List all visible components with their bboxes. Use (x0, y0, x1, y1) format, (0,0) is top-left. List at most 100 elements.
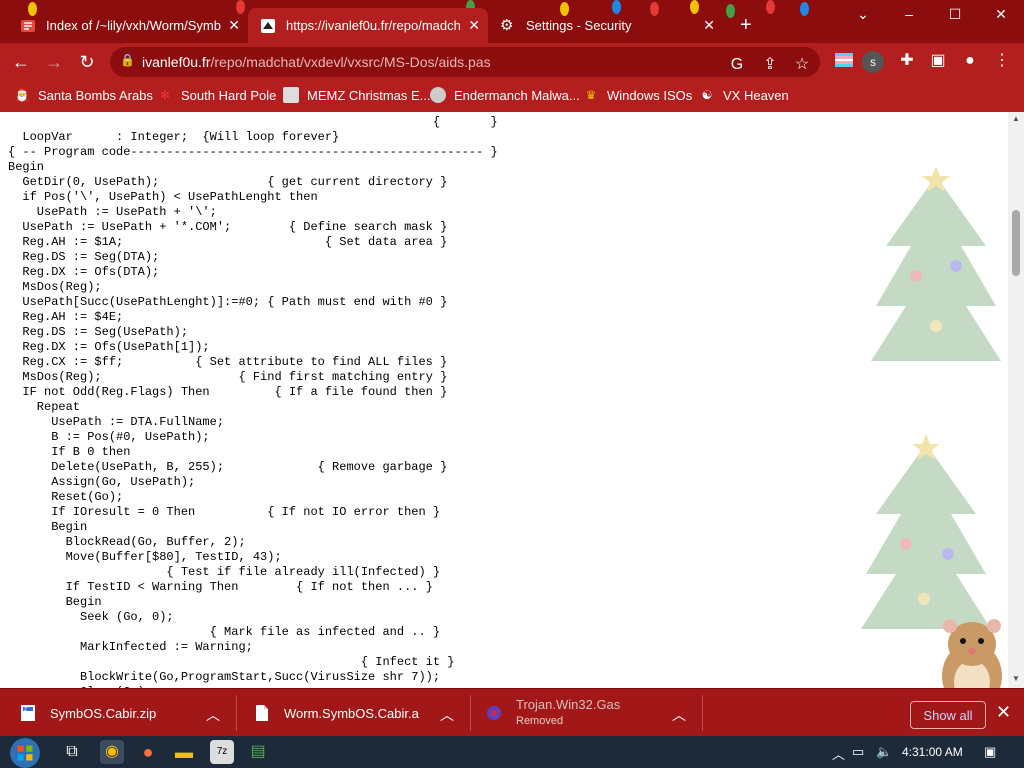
bookmark-label: MEMZ Christmas E... (307, 87, 431, 103)
snowflake-icon: ✻ (159, 88, 171, 102)
code-line: Begin (8, 160, 45, 174)
tab-settings-security[interactable]: ⚙ Settings - Security ✕ (488, 8, 723, 43)
bookmark-label: Endermanch Malwa... (454, 87, 580, 103)
firefox-icon[interactable]: ● (136, 740, 160, 764)
new-tab-button[interactable]: + (740, 14, 752, 37)
trophy-icon: ♛ (585, 88, 597, 102)
bookmark-santa-bombs-arabs[interactable]: 🎅 Santa Bombs Arabs (14, 87, 153, 103)
extension-s-icon[interactable]: s (862, 51, 884, 73)
share-icon[interactable]: ⇪ (758, 53, 782, 77)
christmas-light-decoration (766, 0, 775, 14)
bookmark-star-icon[interactable]: ☆ (790, 53, 814, 77)
code-line: Reg.AH := $1A; { Set data area } (8, 235, 448, 249)
image-icon (283, 87, 299, 103)
code-line: { -- Program code-----------------------… (8, 145, 498, 159)
bookmark-south-hard-pole[interactable]: ✻ South Hard Pole (157, 87, 276, 103)
notepad-icon[interactable]: ▤ (246, 740, 270, 764)
volume-icon[interactable]: 🔈 (876, 744, 892, 760)
maximize-button[interactable]: ☐ (932, 6, 978, 28)
task-view-icon[interactable]: ⧉ (60, 740, 84, 764)
download-item[interactable]: Z SymbOS.Cabir.zip ︿ (20, 689, 236, 737)
code-line: Move(Buffer[$80], TestID, 43); (8, 550, 282, 564)
browser-document-icon (21, 19, 35, 32)
code-line: Reg.DS := Seg(UsePath); (8, 325, 189, 339)
scrollbar-thumb[interactable] (1012, 210, 1020, 276)
code-line: IF not Odd(Reg.Flags) Then { If a file f… (8, 385, 448, 399)
browser-toolbar: ← → ↻ 🔒 ivanlef0u.fr/repo/madchat/vxdevl… (0, 43, 1024, 81)
christmas-tree-decoration (871, 166, 1001, 361)
menu-kebab-icon[interactable]: ⋮ (990, 49, 1014, 73)
code-line: { Infect it } (8, 655, 455, 669)
forward-arrow-icon[interactable]: → (43, 51, 65, 73)
divider (470, 695, 471, 731)
bookmark-label: Santa Bombs Arabs (38, 87, 153, 103)
code-line: { Test if file already ill(Infected) } (8, 565, 441, 579)
file-explorer-icon[interactable]: ▬ (172, 740, 196, 764)
tab-index-of-lily[interactable]: Index of /~lily/vxh/Worm/SymbO ✕ (8, 8, 248, 43)
code-line: Reg.CX := $ff; { Set attribute to find A… (8, 355, 448, 369)
minimize-button[interactable]: – (886, 6, 932, 28)
lock-icon[interactable]: 🔒 (120, 53, 135, 67)
taskbar-clock[interactable]: 4:31:00 AM (902, 745, 963, 759)
tab-close-icon[interactable]: ✕ (468, 17, 480, 34)
bookmark-label: VX Heaven (723, 87, 789, 103)
side-panel-icon[interactable]: ▣ (926, 49, 950, 73)
7zip-icon[interactable]: 7z (210, 740, 234, 764)
back-arrow-icon[interactable]: ← (10, 51, 32, 73)
profile-avatar-icon[interactable]: ● (958, 49, 982, 73)
download-filename: SymbOS.Cabir.zip (50, 705, 157, 721)
code-line: Assign(Go, UsePath); (8, 475, 196, 489)
zip-file-icon: Z (21, 705, 35, 721)
file-icon (256, 705, 268, 721)
code-line: { Mark file as infected and .. } (8, 625, 441, 639)
reload-icon[interactable]: ↻ (76, 51, 98, 73)
chrome-icon[interactable]: ◉ (100, 740, 124, 764)
chevron-up-icon[interactable]: ︿ (672, 705, 686, 725)
download-item[interactable]: Trojan.Win32.Gas Removed ︿ (486, 689, 702, 737)
bookmark-endermanch-malware[interactable]: Endermanch Malwa... (430, 87, 580, 103)
extensions-puzzle-icon[interactable]: ✚ (895, 49, 919, 73)
windows-taskbar: ⧉ ◉ ● ▬ 7z ▤ ︿ ▭ 🔈 4:31:00 AM ▣ (0, 736, 1024, 768)
address-bar[interactable]: 🔒 ivanlef0u.fr/repo/madchat/vxdevl/vxsrc… (110, 47, 820, 77)
code-line: Repeat (8, 400, 81, 414)
close-downloads-bar-icon[interactable]: ✕ (996, 702, 1011, 723)
network-icon[interactable]: ▭ (852, 744, 864, 760)
code-line: If B 0 then (8, 445, 131, 459)
close-window-button[interactable]: ✕ (978, 6, 1024, 28)
bookmarks-bar: 🎅 Santa Bombs Arabs ✻ South Hard Pole ME… (0, 81, 1024, 113)
code-line: Begin (8, 520, 88, 534)
start-button-icon[interactable] (10, 738, 40, 768)
code-line: Begin (8, 595, 102, 609)
code-line: Seek (Go, 0); (8, 610, 174, 624)
code-line: B := Pos(#0, UsePath); (8, 430, 210, 444)
bookmark-windows-isos[interactable]: ♛ Windows ISOs (583, 87, 693, 103)
gear-icon: ⚙ (500, 16, 514, 34)
tab-search-button[interactable]: ⌄ (840, 6, 886, 28)
bookmark-vx-heaven[interactable]: ☯ VX Heaven (699, 87, 789, 103)
scroll-down-arrow-icon[interactable]: ▼ (1012, 674, 1020, 683)
code-line: BlockWrite(Go,ProgramStart,Succ(VirusSiz… (8, 670, 441, 684)
vertical-scrollbar[interactable]: ▲ ▼ (1008, 112, 1024, 688)
chevron-up-icon[interactable]: ︿ (206, 705, 220, 725)
tab-close-icon[interactable]: ✕ (703, 17, 715, 34)
flag-extension-icon[interactable] (832, 51, 856, 75)
google-icon[interactable]: G (725, 53, 749, 77)
tab-close-icon[interactable]: ✕ (228, 17, 240, 34)
bookmark-label: Windows ISOs (607, 87, 693, 103)
scroll-up-arrow-icon[interactable]: ▲ (1012, 114, 1020, 123)
show-hidden-icons-icon[interactable]: ︿ (832, 744, 845, 763)
tab-title: Settings - Security (526, 18, 632, 33)
code-line: Reg.DS := Seg(DTA); (8, 250, 160, 264)
bookmark-memz-christmas[interactable]: MEMZ Christmas E... (283, 87, 431, 103)
code-line: UsePath := UsePath + '*.COM'; { Define s… (8, 220, 448, 234)
tab-aids-pas[interactable]: https://ivanlef0u.fr/repo/madcha ✕ (248, 8, 488, 43)
page-content: { } LoopVar : Integer; {Will loop foreve… (0, 112, 1008, 688)
chevron-up-icon[interactable]: ︿ (440, 705, 454, 725)
code-line: Reg.DX := Ofs(UsePath[1]); (8, 340, 210, 354)
christmas-light-decoration (726, 4, 735, 18)
show-all-button[interactable]: Show all (910, 701, 986, 729)
notifications-icon[interactable]: ▣ (984, 744, 996, 760)
code-line: If TestID < Warning Then { If not then .… (8, 580, 433, 594)
download-item[interactable]: Worm.SymbOS.Cabir.a ︿ (254, 689, 470, 737)
code-line: BlockRead(Go, Buffer, 2); (8, 535, 246, 549)
